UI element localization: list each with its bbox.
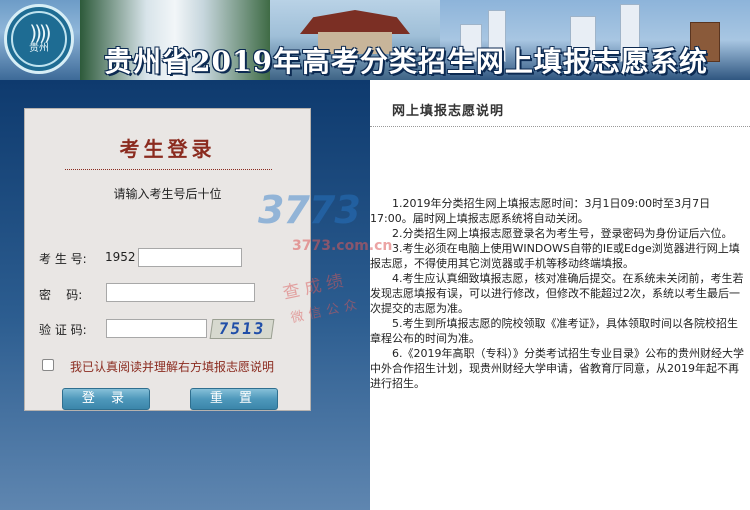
login-button[interactable]: 登 录: [62, 388, 150, 410]
captcha-image[interactable]: 7513: [209, 319, 275, 339]
agree-checkbox[interactable]: [42, 359, 54, 371]
password-label: 密 码:: [39, 288, 83, 302]
exam-id-label: 考 生 号:: [39, 252, 87, 266]
agree-label[interactable]: 我已认真阅读并理解右方填报志愿说明: [70, 358, 274, 375]
captcha-label: 验 证 码:: [39, 323, 87, 337]
instruction-item: 5.考生到所填报志愿的院校领取《准考证》，具体领取时间以各院校招生章程公布的时间…: [370, 317, 738, 345]
login-card: 考生登录 请输入考生号后十位 考 生 号: 1952 密 码: 验 证 码: 7…: [24, 108, 311, 411]
password-input[interactable]: [106, 283, 255, 302]
instruction-item: 4.考生应认真细致填报志愿，核对准确后提交。在系统未关闭前，考生若发现志愿填报有…: [370, 272, 744, 315]
reset-button[interactable]: 重 置: [190, 388, 278, 410]
logo-text: 贵州: [29, 43, 49, 54]
heading-divider: [370, 126, 750, 127]
logo-icon: )))) 贵州: [4, 4, 74, 74]
title-divider: [65, 169, 272, 170]
header-banner: )))) 贵州 贵州省2019年高考分类招生网上填报志愿系统: [0, 0, 750, 80]
instructions-pane: 网上填报志愿说明 1.2019年分类招生网上填报志愿时间：3月1日09:00时至…: [370, 80, 750, 510]
page-title: 贵州省2019年高考分类招生网上填报志愿系统: [104, 45, 708, 78]
instructions-list: 1.2019年分类招生网上填报志愿时间：3月1日09:00时至3月7日17:00…: [370, 196, 748, 391]
login-title: 考生登录: [119, 137, 216, 161]
watermark-brand: 3773: [258, 188, 361, 232]
exam-id-prefix: 1952: [105, 250, 136, 264]
captcha-input[interactable]: [106, 319, 207, 338]
instruction-item: 1.2019年分类招生网上填报志愿时间：3月1日09:00时至3月7日17:00…: [370, 197, 711, 225]
instruction-item: 6.《2019年高职（专科）》分类考试招生专业目录》公布的贵州财经大学中外合作招…: [370, 347, 744, 390]
instruction-item: 2.分类招生网上填报志愿登录名为考生号，登录密码为身份证后六位。: [392, 227, 733, 240]
watermark-site: 3773.com.cn: [292, 238, 393, 254]
instructions-heading: 网上填报志愿说明: [392, 104, 505, 119]
exam-id-input[interactable]: [138, 248, 242, 267]
instruction-item: 3.考生必须在电脑上使用WINDOWS自带的IE或Edge浏览器进行网上填报志愿…: [370, 242, 740, 270]
